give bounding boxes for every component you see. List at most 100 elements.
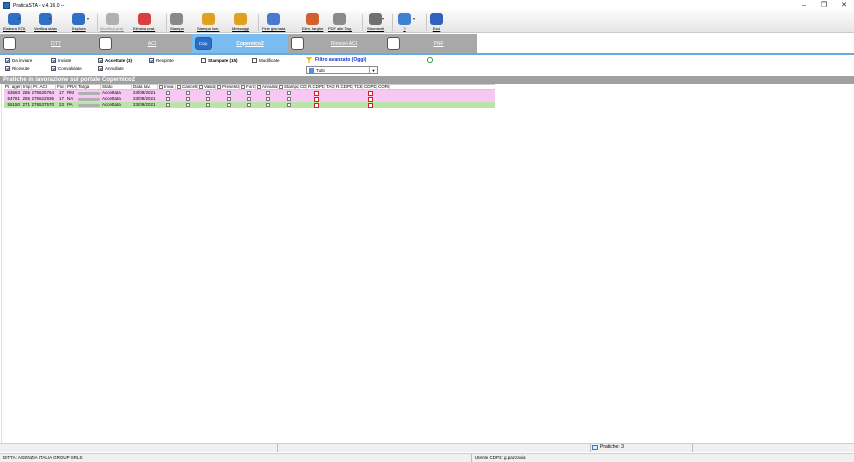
action-checkbox[interactable] bbox=[216, 102, 240, 108]
stampa-button[interactable]: Stampa bbox=[170, 12, 184, 33]
checkbox[interactable] bbox=[226, 97, 231, 101]
tab-rinnovi-aci[interactable]: Rinnovi ACI bbox=[288, 34, 384, 53]
pdf-cell[interactable] bbox=[363, 102, 377, 108]
column-header[interactable]: Pr. agen bbox=[4, 85, 22, 89]
elabora-button[interactable]: ▾ Elabora STA bbox=[3, 12, 25, 33]
elimina-button[interactable]: Elimina prat. bbox=[133, 12, 155, 33]
checkbox[interactable] bbox=[205, 97, 210, 101]
select-all-checkbox[interactable] bbox=[159, 85, 163, 89]
filter-checkbox-respinte[interactable]: Respinte bbox=[149, 58, 174, 63]
checkbox[interactable] bbox=[205, 103, 210, 107]
checkbox[interactable] bbox=[265, 103, 270, 107]
stampa-ism-button[interactable]: Stampa Ism. bbox=[197, 12, 219, 33]
column-header[interactable]: Targa bbox=[77, 85, 101, 89]
chevron-down-icon[interactable]: ▾ bbox=[49, 16, 51, 21]
checkbox[interactable] bbox=[226, 103, 231, 107]
tab-dtt[interactable]: DTT bbox=[0, 34, 96, 53]
column-header[interactable]: Fsc bbox=[56, 85, 66, 89]
checkbox[interactable] bbox=[149, 58, 154, 63]
verifica-button[interactable]: ▾ Verifica stato bbox=[34, 12, 57, 33]
column-header[interactable]: Forza bbox=[240, 85, 256, 89]
checkbox[interactable] bbox=[265, 91, 270, 95]
filter-select[interactable]: Tutti ▼ bbox=[306, 66, 378, 74]
column-header[interactable]: TAG bbox=[325, 85, 335, 89]
column-header[interactable]: PRA bbox=[66, 85, 77, 89]
pdf-icon[interactable] bbox=[368, 96, 373, 102]
modifica-button[interactable]: Modifica prat. bbox=[100, 12, 124, 33]
select-all-checkbox[interactable] bbox=[257, 85, 261, 89]
checkbox[interactable] bbox=[205, 91, 210, 95]
column-header[interactable]: Stampa bbox=[278, 85, 299, 89]
checkbox[interactable] bbox=[185, 91, 190, 95]
pdf-icon[interactable] bbox=[314, 96, 319, 102]
checkbox[interactable] bbox=[287, 103, 291, 107]
pdf-button[interactable]: PDF alle Tag. bbox=[328, 12, 352, 33]
filter-checkbox-modificate[interactable]: Modificate bbox=[252, 58, 280, 63]
exit-button[interactable]: Esci bbox=[430, 12, 443, 33]
action-checkbox[interactable] bbox=[158, 102, 176, 108]
tab-aci[interactable]: ACI bbox=[96, 34, 192, 53]
help-button[interactable]: ▾? bbox=[398, 12, 415, 33]
action-checkbox[interactable] bbox=[278, 102, 299, 108]
checkbox[interactable] bbox=[5, 58, 10, 63]
chevron-down-icon[interactable]: ▾ bbox=[382, 16, 384, 21]
column-header[interactable]: Imp. bbox=[22, 85, 32, 89]
column-header[interactable]: R.CDPD bbox=[307, 85, 325, 89]
action-checkbox[interactable] bbox=[256, 102, 278, 108]
column-header[interactable]: TCE bbox=[353, 85, 363, 89]
close-button[interactable]: ✕ bbox=[834, 0, 854, 11]
checkbox[interactable] bbox=[265, 97, 270, 101]
checkbox[interactable] bbox=[185, 97, 190, 101]
checkbox[interactable] bbox=[246, 103, 251, 107]
esplora-button[interactable]: ▾ Esplora bbox=[72, 12, 89, 33]
table-row[interactable]: 55150 271 275537570 23 PA Accettata 23/09/2021 bbox=[4, 102, 495, 108]
checkbox[interactable] bbox=[51, 66, 56, 71]
checkbox[interactable] bbox=[165, 103, 170, 107]
checkbox[interactable] bbox=[98, 58, 103, 63]
advanced-filter[interactable]: Filtro avanzato (Oggi) bbox=[306, 57, 366, 63]
checkbox[interactable] bbox=[165, 91, 170, 95]
select-all-checkbox[interactable] bbox=[241, 85, 245, 89]
column-header[interactable]: CDPD bbox=[363, 85, 377, 89]
column-header[interactable]: Pr. ACI bbox=[32, 85, 56, 89]
action-checkbox[interactable] bbox=[198, 102, 216, 108]
checkbox[interactable] bbox=[246, 97, 251, 101]
column-header[interactable]: Invia bbox=[158, 85, 176, 89]
checkbox[interactable] bbox=[98, 66, 103, 71]
checkbox[interactable] bbox=[252, 58, 257, 63]
filter-checkbox-annullate[interactable]: Annullate bbox=[98, 66, 124, 71]
tab-copernico2[interactable]: Cop. Copernico2 bbox=[192, 34, 288, 53]
pdf-icon[interactable] bbox=[368, 90, 373, 96]
column-header[interactable]: Cancella bbox=[176, 85, 198, 89]
checkbox[interactable] bbox=[287, 91, 291, 95]
refresh-icon[interactable] bbox=[427, 57, 433, 63]
select-all-checkbox[interactable] bbox=[177, 85, 181, 89]
select-all-checkbox[interactable] bbox=[199, 85, 203, 89]
checkbox[interactable] bbox=[287, 97, 291, 101]
checkbox[interactable] bbox=[51, 58, 56, 63]
maximize-button[interactable]: ❐ bbox=[814, 0, 834, 11]
pdf-cell[interactable] bbox=[307, 102, 325, 108]
column-header[interactable]: Presenta bbox=[216, 85, 240, 89]
chevron-down-icon[interactable]: ▾ bbox=[87, 16, 89, 21]
filter-checkbox-convalidate[interactable]: Convalidate bbox=[51, 66, 82, 71]
column-header[interactable]: R.CDPD bbox=[335, 85, 353, 89]
fine-giornata-button[interactable]: Fine giornata bbox=[262, 12, 285, 33]
filter-checkbox-stampate[interactable]: Stampate (15) bbox=[201, 58, 238, 63]
select-all-checkbox[interactable] bbox=[279, 85, 283, 89]
checkbox[interactable] bbox=[165, 97, 170, 101]
filter-checkbox-accettate[interactable]: Accettate (3) bbox=[98, 58, 132, 63]
messaggi-button[interactable]: Messaggi bbox=[232, 12, 249, 33]
column-header[interactable]: Annulla bbox=[256, 85, 278, 89]
tab-pnf[interactable]: PNF bbox=[384, 34, 477, 53]
column-header[interactable]: Data Iav. bbox=[132, 85, 158, 89]
filter-checkbox-inviate[interactable]: Inviate bbox=[51, 58, 71, 63]
elim-targhe-button[interactable]: Elim. targhe bbox=[302, 12, 323, 33]
chevron-down-icon[interactable]: ▾ bbox=[413, 16, 415, 21]
checkbox[interactable] bbox=[185, 103, 190, 107]
filter-checkbox-ricevute[interactable]: Ricevute bbox=[5, 66, 30, 71]
checkbox[interactable] bbox=[201, 58, 206, 63]
minimize-button[interactable]: – bbox=[794, 0, 814, 11]
pdf-icon[interactable] bbox=[368, 102, 373, 108]
pdf-icon[interactable] bbox=[314, 90, 319, 96]
